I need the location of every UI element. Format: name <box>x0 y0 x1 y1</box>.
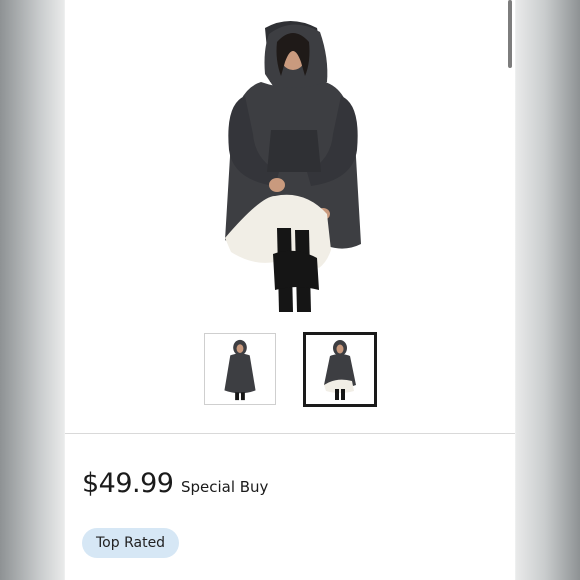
special-buy-label: Special Buy <box>180 478 269 496</box>
product-page: $49.99 Special Buy Top Rated <box>65 0 515 580</box>
scrollbar-thumb[interactable] <box>508 0 512 68</box>
product-thumbnail-lifted-hem-selected[interactable] <box>303 332 377 407</box>
top-rated-badge: Top Rated <box>82 528 180 558</box>
section-divider <box>65 433 515 434</box>
product-price: $49.99 <box>82 468 174 499</box>
product-thumbnail-front[interactable] <box>204 333 276 405</box>
price-row: $49.99 Special Buy <box>82 468 268 499</box>
product-main-image[interactable] <box>65 0 515 320</box>
